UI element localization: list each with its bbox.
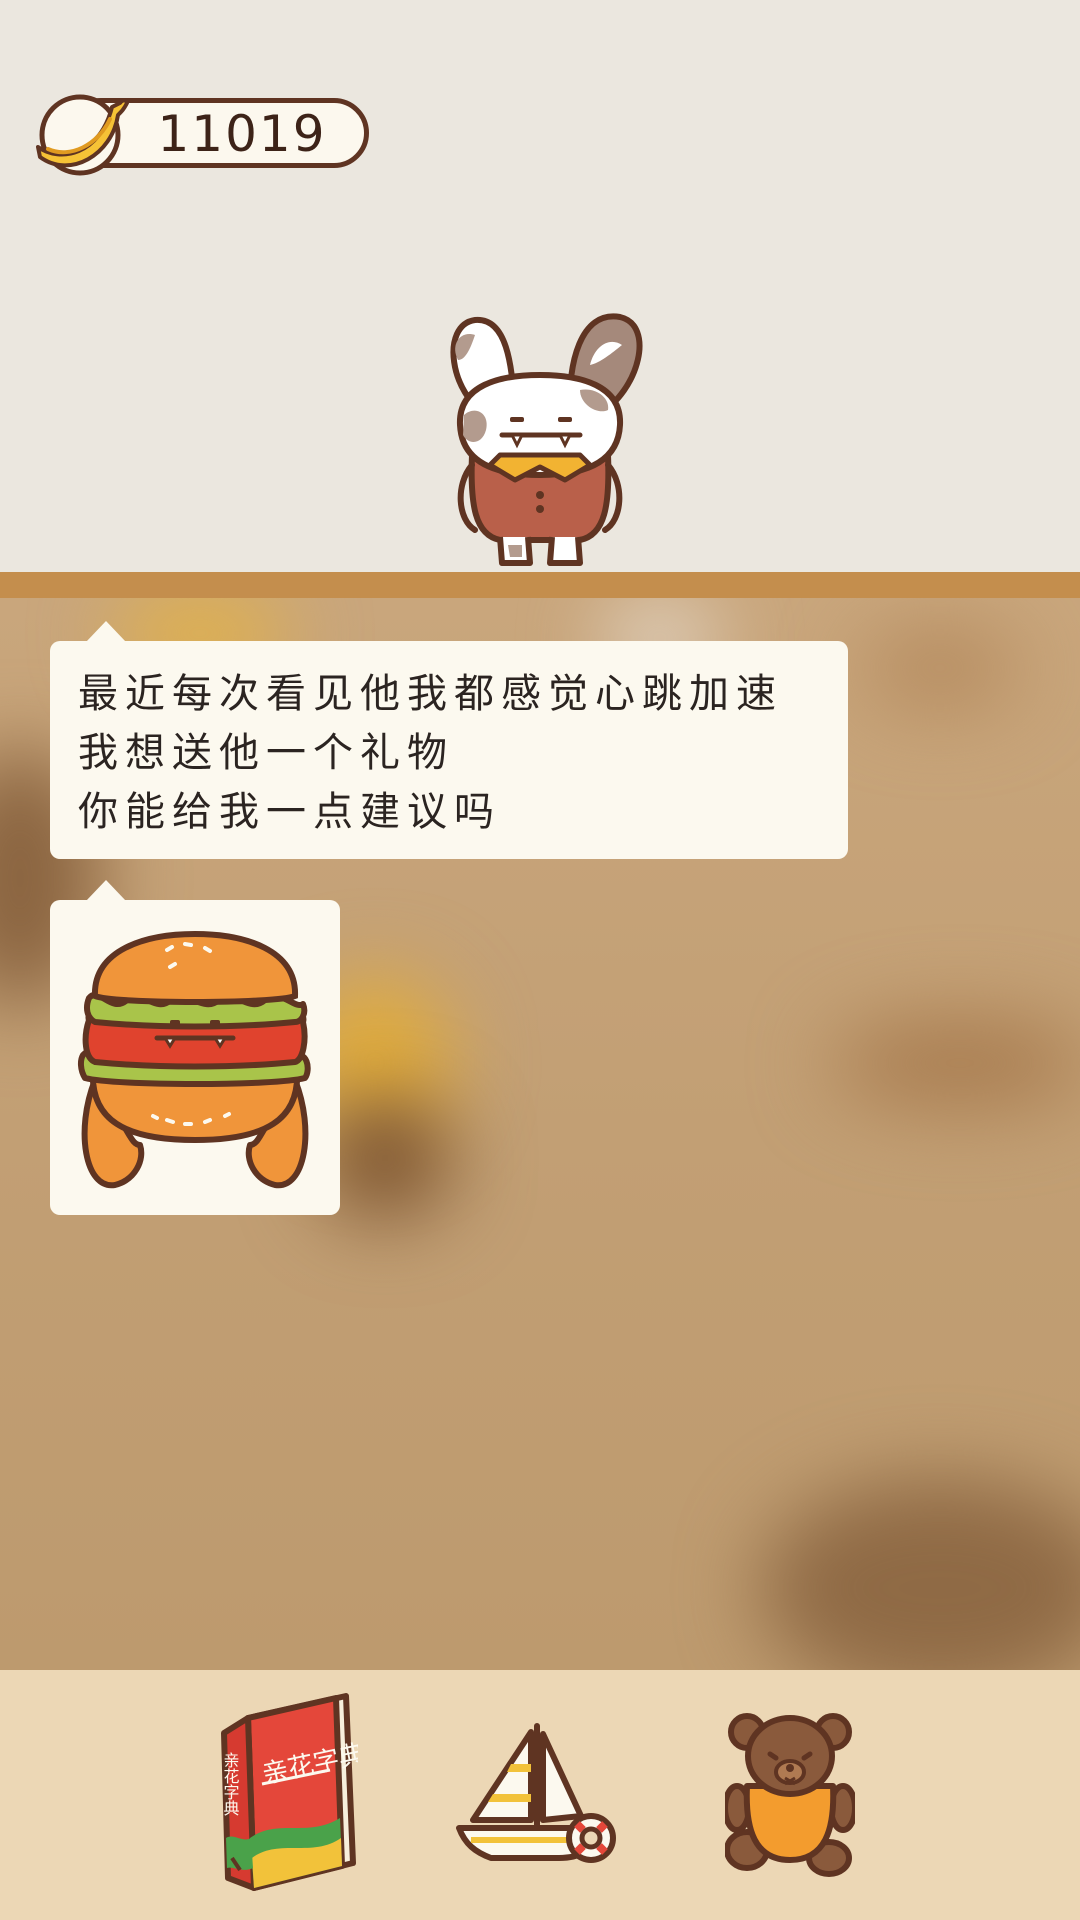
banana-counter: 11019: [30, 85, 375, 177]
teddy-bear-icon: [722, 1713, 858, 1877]
message-line: 我想送他一个礼物: [78, 730, 454, 776]
banana-icon: [36, 94, 129, 176]
message-bubble: 最近每次看见他我都感觉心跳加速 我想送他一个礼物 你能给我一点建议吗: [50, 621, 848, 859]
message-line: 最近每次看见他我都感觉心跳加速: [78, 671, 783, 717]
sailboat-button[interactable]: [455, 1720, 625, 1870]
banana-count: 11019: [157, 105, 327, 163]
burger-creature-icon[interactable]: [75, 930, 315, 1190]
image-message-bubble: [50, 880, 340, 1215]
message-line: 你能给我一点建议吗: [78, 789, 501, 835]
dictionary-spine-title: 亲花字典: [221, 1752, 240, 1816]
dictionary-button[interactable]: 亲花字典 亲花字典: [218, 1688, 368, 1898]
bunny-character[interactable]: [430, 305, 650, 570]
shelf-divider: [0, 572, 1080, 598]
teddy-bear-button[interactable]: [722, 1710, 858, 1880]
sailboat-icon: [456, 1723, 616, 1863]
dictionary-book-icon: 亲花字典 亲花字典: [221, 1693, 368, 1891]
